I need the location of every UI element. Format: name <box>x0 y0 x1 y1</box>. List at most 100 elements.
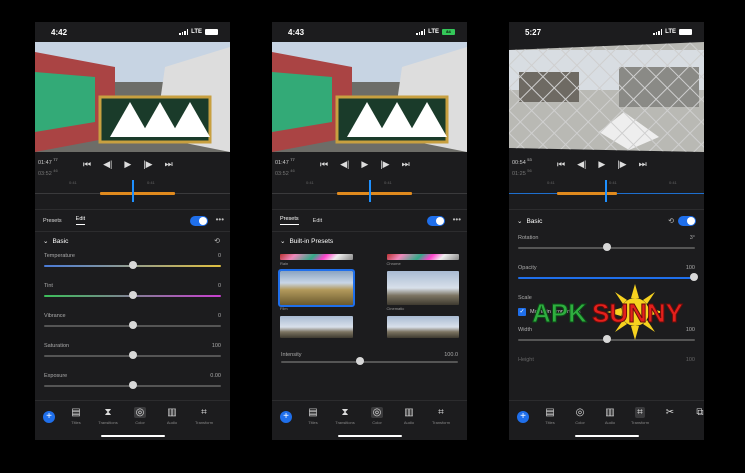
effect-toggle[interactable] <box>427 216 445 226</box>
section-header[interactable]: ⌄ Basic ⟲ <box>509 210 704 232</box>
color-icon: ◎ <box>133 407 147 418</box>
chevron-down-icon: ⌄ <box>280 238 286 245</box>
slider-tint[interactable]: Tint 0 <box>35 280 230 310</box>
step-forward-icon[interactable]: |▶ <box>380 159 389 170</box>
step-back-icon[interactable]: ◀| <box>340 159 349 170</box>
step-back-icon[interactable]: ◀| <box>577 159 586 170</box>
slider-vibrance[interactable]: Vibrance 0 <box>35 310 230 340</box>
tab-edit[interactable]: Edit <box>75 216 86 225</box>
tool-transform[interactable]: ⌗ Transform <box>631 407 649 425</box>
play-icon[interactable]: ▶ <box>124 159 131 170</box>
effect-toggle[interactable] <box>190 216 208 226</box>
section-header[interactable]: ⌄ Built-in Presets <box>272 232 467 250</box>
tool-titles[interactable]: ▤ Titles <box>541 407 559 425</box>
add-button[interactable]: + <box>517 411 529 423</box>
tab-bar: Presets Edit ••• <box>35 210 230 232</box>
preset-thumb[interactable] <box>386 316 459 345</box>
slider-knob[interactable] <box>690 273 699 281</box>
tool-transform[interactable]: ⌗ Transform <box>195 407 213 425</box>
tab-edit[interactable]: Edit <box>313 218 322 224</box>
video-preview[interactable] <box>272 42 467 152</box>
timeline[interactable]: 0:41 0:41 <box>272 176 467 210</box>
maintain-proportions-checkbox[interactable]: ✓ <box>518 308 526 316</box>
slider-rotation[interactable]: Rotation 3° <box>509 232 704 262</box>
step-forward-icon[interactable]: |▶ <box>143 159 152 170</box>
more-icon[interactable]: ••• <box>453 215 461 224</box>
skip-start-icon[interactable]: ⏮ <box>557 159 565 170</box>
clip-segment[interactable] <box>337 192 412 195</box>
bottom-toolbar: + ▤ Titles ⧗ Transitions ◎ Color ▥ Audio ⌗ Tr… <box>35 400 230 440</box>
skip-end-icon[interactable]: ⏭ <box>402 159 410 170</box>
slider-knob[interactable] <box>355 357 364 365</box>
preset-thumb-selected[interactable]: Film <box>278 269 355 312</box>
battery-icon <box>205 29 218 35</box>
slider-knob[interactable] <box>128 261 137 269</box>
skip-start-icon[interactable]: ⏮ <box>83 159 91 170</box>
tab-presets[interactable]: Presets <box>280 216 299 225</box>
clip-segment[interactable] <box>557 192 617 195</box>
slider-intensity[interactable]: Intensity 100.0 <box>272 349 467 369</box>
tool-duplicate[interactable]: ⧉ <box>691 407 704 425</box>
play-icon[interactable]: ▶ <box>598 159 605 170</box>
tool-audio[interactable]: ▥ Audio <box>163 407 181 425</box>
skip-end-icon[interactable]: ⏭ <box>639 159 647 170</box>
tool-color[interactable]: ◎ Color <box>368 407 386 425</box>
slider-knob[interactable] <box>128 381 137 389</box>
play-icon[interactable]: ▶ <box>361 159 368 170</box>
tool-transitions[interactable]: ⧗ Transitions <box>335 407 354 425</box>
slider-exposure[interactable]: Exposure 0.00 <box>35 370 230 400</box>
transport-bar: 00:54 53 01:25 56 ⏮ ◀| ▶ |▶ ⏭ <box>509 152 704 177</box>
clip-segment[interactable] <box>100 192 175 195</box>
playhead[interactable] <box>132 180 134 202</box>
reset-icon[interactable]: ⟲ <box>214 237 220 245</box>
tab-presets[interactable]: Presets <box>43 218 62 224</box>
timecode: 00:54 53 01:25 56 <box>512 157 532 177</box>
playhead[interactable] <box>605 180 607 202</box>
video-preview[interactable] <box>509 42 704 152</box>
preset-grid: Rain Chrome Film Cinematic <box>272 250 467 349</box>
titles-icon: ▤ <box>308 407 318 418</box>
tab-bar: Presets Edit ••• <box>272 210 467 232</box>
slider-temperature[interactable]: Temperature 0 <box>35 250 230 280</box>
preset-thumb[interactable]: Rain <box>280 254 353 267</box>
tool-titles[interactable]: ▤ Titles <box>67 407 85 425</box>
step-forward-icon[interactable]: |▶ <box>617 159 626 170</box>
add-button[interactable]: + <box>43 411 55 423</box>
preset-thumb[interactable]: Cinematic <box>386 271 459 312</box>
timeline[interactable]: 0:41 0:41 0:41 <box>509 176 704 210</box>
playhead[interactable] <box>369 180 371 202</box>
preset-thumb[interactable]: Chrome <box>386 254 459 267</box>
tool-audio[interactable]: ▥ Audio <box>400 407 418 425</box>
slider-knob[interactable] <box>602 243 611 251</box>
tool-titles[interactable]: ▤ Titles <box>304 407 322 425</box>
battery-icon <box>679 29 692 35</box>
timeline[interactable]: 0:41 0:41 <box>35 176 230 210</box>
clock: 5:27 <box>525 27 542 37</box>
tool-color[interactable]: ◎ Color <box>131 407 149 425</box>
slider-knob[interactable] <box>128 291 137 299</box>
tool-transitions[interactable]: ⧗ Transitions <box>98 407 117 425</box>
step-back-icon[interactable]: ◀| <box>103 159 112 170</box>
skip-start-icon[interactable]: ⏮ <box>320 159 328 170</box>
chainlink-fence-image <box>509 42 704 152</box>
section-header[interactable]: ⌄ Basic ⟲ <box>35 232 230 250</box>
tool-audio[interactable]: ▥ Audio <box>601 407 619 425</box>
slider-knob[interactable] <box>128 351 137 359</box>
phone-screen-basic-adjust: 4:42 LTE 01:47 77 03:52 46 ⏮ ◀| ▶ |▶ ⏭ 0… <box>35 22 230 440</box>
effect-toggle[interactable] <box>678 216 696 226</box>
skip-end-icon[interactable]: ⏭ <box>165 159 173 170</box>
tool-split[interactable]: ✂ <box>661 407 679 425</box>
status-bar: 4:43 LTE 84 <box>272 22 467 42</box>
more-icon[interactable]: ••• <box>216 215 224 224</box>
network-label: LTE <box>191 29 202 35</box>
slider-saturation[interactable]: Saturation 100 <box>35 340 230 370</box>
slider-height[interactable]: Height 100 <box>509 354 704 384</box>
reset-icon[interactable]: ⟲ <box>668 217 674 225</box>
add-button[interactable]: + <box>280 411 292 423</box>
video-preview[interactable] <box>35 42 230 152</box>
slider-knob[interactable] <box>128 321 137 329</box>
tool-color[interactable]: ◎ Color <box>571 407 589 425</box>
tool-transform[interactable]: ⌗ Transform <box>432 407 450 425</box>
section-title: Basic <box>526 217 543 225</box>
preset-thumb[interactable] <box>280 316 353 345</box>
